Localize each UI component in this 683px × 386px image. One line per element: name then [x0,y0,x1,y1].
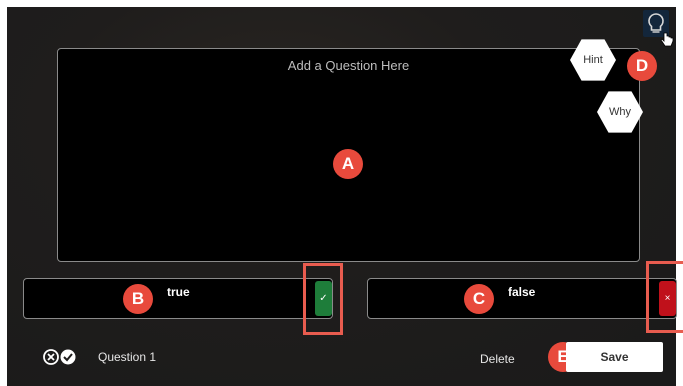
answer-true-label: true [167,285,190,299]
answer-true-field[interactable]: true ✓ [23,278,333,319]
callout-b: B [123,284,153,314]
callout-a: A [333,149,363,179]
question-placeholder: Add a Question Here [287,58,410,73]
save-button[interactable]: Save [566,342,663,372]
cursor-hand-icon [660,32,674,47]
delete-button[interactable]: Delete [480,352,515,366]
highlight-incorrect-marker [646,261,683,333]
callout-d: D [627,51,657,81]
callout-c: C [464,284,494,314]
answer-false-field[interactable]: false × [367,278,677,319]
question-number-label: Question 1 [98,350,157,364]
highlight-correct-marker [303,263,343,335]
incorrect-correct-icon [43,349,76,365]
answer-false-label: false [508,285,536,299]
